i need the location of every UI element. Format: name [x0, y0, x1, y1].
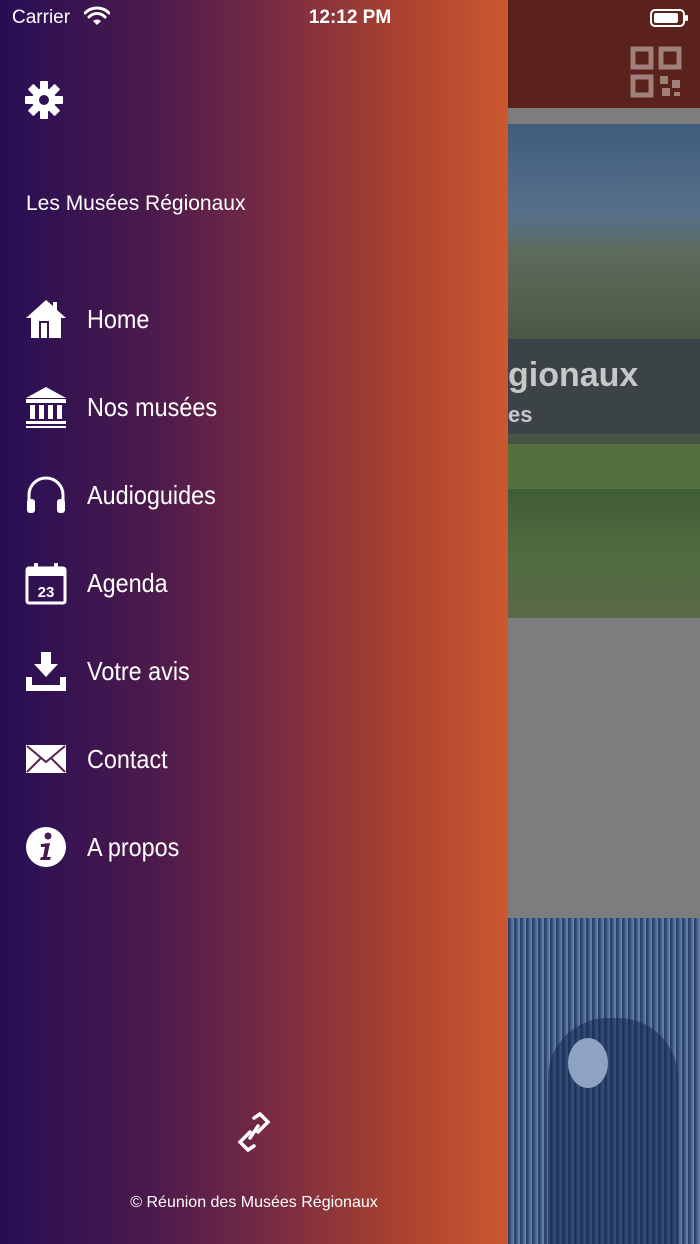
envelope-icon	[26, 745, 66, 773]
menu-label-feedback: Votre avis	[87, 655, 190, 686]
info-icon	[26, 827, 66, 867]
menu-item-home[interactable]: Home	[0, 275, 508, 363]
drawer-title: Les Musées Régionaux	[26, 192, 246, 215]
menu-item-contact[interactable]: Contact	[0, 715, 508, 803]
hero-roof	[508, 444, 700, 489]
menu-label-about: A propos	[87, 831, 180, 862]
menu-label-audioguides: Audioguides	[87, 479, 216, 510]
museum-icon	[26, 387, 66, 428]
gear-icon[interactable]	[24, 80, 64, 120]
engraving-face	[568, 1038, 608, 1088]
qr-code-icon[interactable]	[630, 46, 682, 98]
menu-item-feedback[interactable]: Votre avis	[0, 627, 508, 715]
battery-icon	[650, 9, 688, 27]
menu-item-about[interactable]: A propos	[0, 803, 508, 891]
status-bar: Carrier 12:12 PM	[0, 0, 700, 40]
menu-label-agenda: Agenda	[87, 567, 168, 598]
engraving-figure	[548, 1018, 678, 1244]
link-icon[interactable]	[236, 1112, 272, 1152]
home-icon	[26, 300, 66, 338]
menu-label-museums: Nos musées	[87, 391, 218, 422]
side-drawer: Les Musées Régionaux Home Nos musées Aud…	[0, 0, 508, 1244]
status-time: 12:12 PM	[308, 7, 392, 28]
menu-item-agenda[interactable]: 23 Agenda	[0, 539, 508, 627]
hero-sign-text: gionaux	[508, 356, 639, 394]
download-icon	[26, 652, 66, 691]
menu-label-home: Home	[87, 303, 150, 334]
calendar-day-text: 23	[38, 584, 55, 601]
copyright-footer: © Réunion des Musées Régionaux	[130, 1194, 378, 1211]
calendar-icon: 23	[25, 563, 67, 605]
engraving-image[interactable]	[508, 918, 700, 1244]
menu-item-audioguides[interactable]: Audioguides	[0, 451, 508, 539]
hero-sign-subtext: es	[508, 402, 533, 427]
menu-item-museums[interactable]: Nos musées	[0, 363, 508, 451]
menu-label-contact: Contact	[87, 743, 168, 774]
headphones-icon	[27, 476, 65, 513]
hero-image[interactable]: gionaux es	[508, 124, 700, 618]
